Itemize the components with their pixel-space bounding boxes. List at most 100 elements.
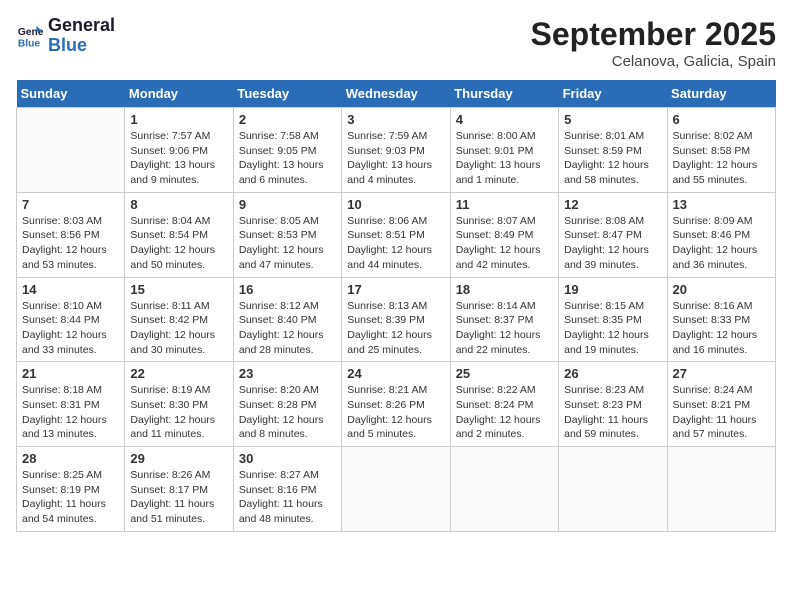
day-number: 6 bbox=[673, 112, 770, 127]
day-number: 10 bbox=[347, 197, 444, 212]
logo-icon: General Blue bbox=[16, 22, 44, 50]
calendar-cell: 6Sunrise: 8:02 AM Sunset: 8:58 PM Daylig… bbox=[667, 108, 775, 193]
cell-info: Sunrise: 8:25 AM Sunset: 8:19 PM Dayligh… bbox=[22, 468, 119, 527]
day-number: 14 bbox=[22, 282, 119, 297]
cell-info: Sunrise: 8:00 AM Sunset: 9:01 PM Dayligh… bbox=[456, 129, 553, 188]
weekday-header: Wednesday bbox=[342, 80, 450, 108]
cell-info: Sunrise: 8:23 AM Sunset: 8:23 PM Dayligh… bbox=[564, 383, 661, 442]
weekday-header: Tuesday bbox=[233, 80, 341, 108]
cell-info: Sunrise: 8:24 AM Sunset: 8:21 PM Dayligh… bbox=[673, 383, 770, 442]
calendar-week-row: 7 Sunrise: 8:03 AM Sunset: 8:56 PM Daylig… bbox=[17, 192, 776, 277]
day-number: 11 bbox=[456, 197, 553, 212]
weekday-header: Saturday bbox=[667, 80, 775, 108]
day-number: 16 bbox=[239, 282, 336, 297]
weekday-header: Sunday bbox=[17, 80, 125, 108]
calendar-cell: 23Sunrise: 8:20 AM Sunset: 8:28 PM Dayli… bbox=[233, 362, 341, 447]
cell-info: Sunrise: 8:07 AM Sunset: 8:49 PM Dayligh… bbox=[456, 214, 553, 273]
day-number: 24 bbox=[347, 366, 444, 381]
calendar-cell: 2Sunrise: 7:58 AM Sunset: 9:05 PM Daylig… bbox=[233, 108, 341, 193]
day-number: 30 bbox=[239, 451, 336, 466]
calendar-cell: 3 Sunrise: 7:59 AM Sunset: 9:03 PM Daylig… bbox=[342, 108, 450, 193]
day-number: 23 bbox=[239, 366, 336, 381]
calendar-cell: 28Sunrise: 8:25 AM Sunset: 8:19 PM Dayli… bbox=[17, 447, 125, 532]
calendar-cell: 16 Sunrise: 8:12 AM Sunset: 8:40 PM Dayli… bbox=[233, 277, 341, 362]
cell-info: Sunrise: 8:11 AM Sunset: 8:42 PM Dayligh… bbox=[130, 299, 227, 358]
cell-info: Sunrise: 8:18 AM Sunset: 8:31 PM Dayligh… bbox=[22, 383, 119, 442]
calendar-cell bbox=[342, 447, 450, 532]
logo-text: General Blue bbox=[48, 16, 115, 56]
calendar-cell: 11 Sunrise: 8:07 AM Sunset: 8:49 PM Dayli… bbox=[450, 192, 558, 277]
calendar-cell: 15 Sunrise: 8:11 AM Sunset: 8:42 PM Dayli… bbox=[125, 277, 233, 362]
cell-info: Sunrise: 8:15 AM Sunset: 8:35 PM Dayligh… bbox=[564, 299, 661, 358]
calendar-cell: 27 Sunrise: 8:24 AM Sunset: 8:21 PM Dayli… bbox=[667, 362, 775, 447]
calendar-table: SundayMondayTuesdayWednesdayThursdayFrid… bbox=[16, 80, 776, 532]
cell-info: Sunrise: 8:26 AM Sunset: 8:17 PM Dayligh… bbox=[130, 468, 227, 527]
calendar-cell: 25Sunrise: 8:22 AM Sunset: 8:24 PM Dayli… bbox=[450, 362, 558, 447]
day-number: 26 bbox=[564, 366, 661, 381]
month-title: September 2025 bbox=[531, 16, 776, 53]
calendar-week-row: 1Sunrise: 7:57 AM Sunset: 9:06 PM Daylig… bbox=[17, 108, 776, 193]
day-number: 25 bbox=[456, 366, 553, 381]
calendar-cell: 4 Sunrise: 8:00 AM Sunset: 9:01 PM Daylig… bbox=[450, 108, 558, 193]
day-number: 15 bbox=[130, 282, 227, 297]
cell-info: Sunrise: 8:06 AM Sunset: 8:51 PM Dayligh… bbox=[347, 214, 444, 273]
day-number: 1 bbox=[130, 112, 227, 127]
svg-text:Blue: Blue bbox=[18, 38, 41, 49]
day-number: 17 bbox=[347, 282, 444, 297]
calendar-cell: 29 Sunrise: 8:26 AM Sunset: 8:17 PM Dayli… bbox=[125, 447, 233, 532]
day-number: 2 bbox=[239, 112, 336, 127]
cell-info: Sunrise: 8:12 AM Sunset: 8:40 PM Dayligh… bbox=[239, 299, 336, 358]
calendar-week-row: 28Sunrise: 8:25 AM Sunset: 8:19 PM Dayli… bbox=[17, 447, 776, 532]
cell-info: Sunrise: 8:08 AM Sunset: 8:47 PM Dayligh… bbox=[564, 214, 661, 273]
cell-info: Sunrise: 8:03 AM Sunset: 8:56 PM Dayligh… bbox=[22, 214, 119, 273]
calendar-cell: 13Sunrise: 8:09 AM Sunset: 8:46 PM Dayli… bbox=[667, 192, 775, 277]
day-number: 27 bbox=[673, 366, 770, 381]
calendar-cell: 14Sunrise: 8:10 AM Sunset: 8:44 PM Dayli… bbox=[17, 277, 125, 362]
calendar-cell: 26 Sunrise: 8:23 AM Sunset: 8:23 PM Dayli… bbox=[559, 362, 667, 447]
calendar-cell bbox=[450, 447, 558, 532]
calendar-cell bbox=[17, 108, 125, 193]
calendar-header-row: SundayMondayTuesdayWednesdayThursdayFrid… bbox=[17, 80, 776, 108]
title-area: September 2025 Celanova, Galicia, Spain bbox=[531, 16, 776, 70]
header: General Blue General Blue September 2025… bbox=[16, 16, 776, 70]
cell-info: Sunrise: 8:19 AM Sunset: 8:30 PM Dayligh… bbox=[130, 383, 227, 442]
day-number: 5 bbox=[564, 112, 661, 127]
calendar-cell: 19Sunrise: 8:15 AM Sunset: 8:35 PM Dayli… bbox=[559, 277, 667, 362]
weekday-header: Monday bbox=[125, 80, 233, 108]
calendar-cell: 8Sunrise: 8:04 AM Sunset: 8:54 PM Daylig… bbox=[125, 192, 233, 277]
calendar-cell: 17 Sunrise: 8:13 AM Sunset: 8:39 PM Dayli… bbox=[342, 277, 450, 362]
day-number: 3 bbox=[347, 112, 444, 127]
cell-info: Sunrise: 8:13 AM Sunset: 8:39 PM Dayligh… bbox=[347, 299, 444, 358]
day-number: 20 bbox=[673, 282, 770, 297]
svg-text:General: General bbox=[18, 27, 44, 38]
weekday-header: Thursday bbox=[450, 80, 558, 108]
calendar-cell: 7 Sunrise: 8:03 AM Sunset: 8:56 PM Daylig… bbox=[17, 192, 125, 277]
calendar-cell: 24Sunrise: 8:21 AM Sunset: 8:26 PM Dayli… bbox=[342, 362, 450, 447]
day-number: 4 bbox=[456, 112, 553, 127]
location: Celanova, Galicia, Spain bbox=[531, 53, 776, 70]
cell-info: Sunrise: 8:14 AM Sunset: 8:37 PM Dayligh… bbox=[456, 299, 553, 358]
cell-info: Sunrise: 8:27 AM Sunset: 8:16 PM Dayligh… bbox=[239, 468, 336, 527]
cell-info: Sunrise: 8:04 AM Sunset: 8:54 PM Dayligh… bbox=[130, 214, 227, 273]
cell-info: Sunrise: 8:09 AM Sunset: 8:46 PM Dayligh… bbox=[673, 214, 770, 273]
calendar-cell: 10 Sunrise: 8:06 AM Sunset: 8:51 PM Dayli… bbox=[342, 192, 450, 277]
calendar-cell bbox=[559, 447, 667, 532]
calendar-cell: 18Sunrise: 8:14 AM Sunset: 8:37 PM Dayli… bbox=[450, 277, 558, 362]
day-number: 29 bbox=[130, 451, 227, 466]
day-number: 7 bbox=[22, 197, 119, 212]
calendar-cell: 20 Sunrise: 8:16 AM Sunset: 8:33 PM Dayli… bbox=[667, 277, 775, 362]
weekday-header: Friday bbox=[559, 80, 667, 108]
logo-line2: Blue bbox=[48, 36, 115, 56]
day-number: 9 bbox=[239, 197, 336, 212]
calendar-cell bbox=[667, 447, 775, 532]
cell-info: Sunrise: 8:16 AM Sunset: 8:33 PM Dayligh… bbox=[673, 299, 770, 358]
calendar-cell: 9Sunrise: 8:05 AM Sunset: 8:53 PM Daylig… bbox=[233, 192, 341, 277]
calendar-cell: 30 Sunrise: 8:27 AM Sunset: 8:16 PM Dayli… bbox=[233, 447, 341, 532]
calendar-cell: 12Sunrise: 8:08 AM Sunset: 8:47 PM Dayli… bbox=[559, 192, 667, 277]
calendar-cell: 5Sunrise: 8:01 AM Sunset: 8:59 PM Daylig… bbox=[559, 108, 667, 193]
calendar-cell: 22Sunrise: 8:19 AM Sunset: 8:30 PM Dayli… bbox=[125, 362, 233, 447]
logo: General Blue General Blue bbox=[16, 16, 115, 56]
calendar-cell: 21Sunrise: 8:18 AM Sunset: 8:31 PM Dayli… bbox=[17, 362, 125, 447]
calendar-week-row: 21Sunrise: 8:18 AM Sunset: 8:31 PM Dayli… bbox=[17, 362, 776, 447]
cell-info: Sunrise: 7:59 AM Sunset: 9:03 PM Dayligh… bbox=[347, 129, 444, 188]
